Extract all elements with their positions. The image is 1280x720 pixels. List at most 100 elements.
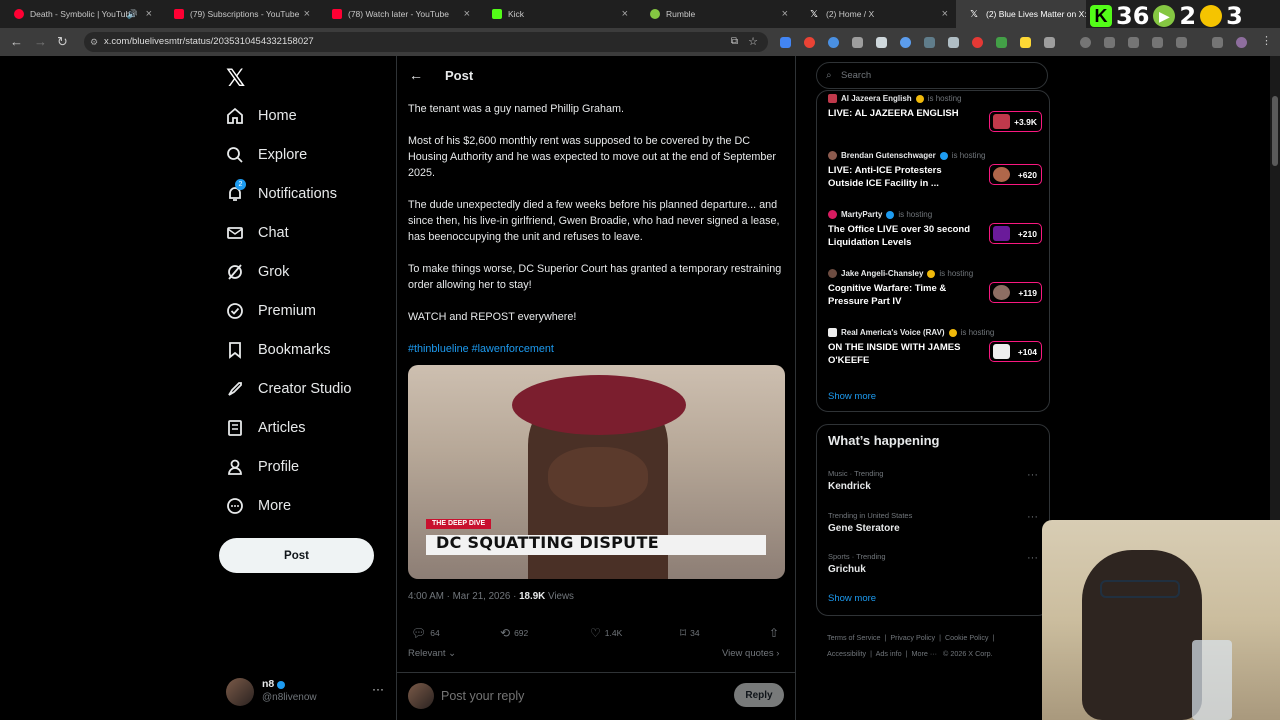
nav-label: Bookmarks bbox=[258, 342, 331, 358]
post-button[interactable]: Post bbox=[219, 538, 374, 573]
footer-link[interactable]: Privacy Policy bbox=[890, 633, 935, 642]
tab-kick[interactable]: Kick × bbox=[478, 0, 636, 28]
live-item[interactable]: Brendan Gutenschwager is hosting LIVE: An… bbox=[828, 151, 1042, 190]
extensions-puzzle-icon[interactable] bbox=[1044, 37, 1055, 48]
show-more-link[interactable]: Show more bbox=[828, 391, 876, 402]
devtools-icon[interactable] bbox=[1128, 37, 1139, 48]
speaker-icon[interactable]: 🔊 bbox=[127, 9, 138, 20]
profile-avatar-icon[interactable] bbox=[1236, 37, 1247, 48]
trend-item[interactable]: Trending in United States Gene Steratore ·… bbox=[828, 511, 1038, 534]
live-item[interactable]: Al Jazeera English is hosting LIVE: AL JA… bbox=[828, 94, 1042, 132]
browser-tab-bar: Death - Symbolic | YouTube 🔊 × (79) Subscr… bbox=[0, 0, 1280, 28]
nav-notifications[interactable]: 2 Notifications bbox=[226, 179, 337, 209]
sort-relevant-dropdown[interactable]: Relevant ⌄ bbox=[408, 648, 456, 659]
footer-link[interactable]: Ads info bbox=[876, 649, 902, 658]
post-hashtags[interactable]: #thinblueline #lawenforcement bbox=[408, 341, 788, 357]
more-dots-icon[interactable]: ··· bbox=[1027, 469, 1038, 481]
footer-link[interactable]: Cookie Policy bbox=[945, 633, 989, 642]
extension-icon[interactable] bbox=[804, 37, 815, 48]
show-more-link[interactable]: Show more bbox=[828, 593, 876, 604]
post-meta: 4:00 AM · Mar 21, 2026 · 18.9K Views bbox=[408, 591, 574, 602]
nav-bookmarks[interactable]: Bookmarks bbox=[226, 335, 331, 365]
extension-icon[interactable] bbox=[1176, 37, 1187, 48]
extension-icon[interactable] bbox=[924, 37, 935, 48]
extension-icon[interactable] bbox=[1104, 37, 1115, 48]
sidebar-icon[interactable] bbox=[1152, 37, 1163, 48]
bookmark-action[interactable]: ⌑ 34 bbox=[680, 626, 700, 640]
close-tab-icon[interactable]: × bbox=[146, 8, 152, 20]
extension-icon[interactable] bbox=[972, 37, 983, 48]
x-logo-icon[interactable]: 𝕏 bbox=[226, 64, 245, 93]
close-tab-icon[interactable]: × bbox=[622, 8, 628, 20]
search-placeholder: Search bbox=[841, 70, 872, 81]
nav-creator-studio[interactable]: Creator Studio bbox=[226, 374, 352, 404]
history-icon[interactable] bbox=[1080, 37, 1091, 48]
back-arrow-icon[interactable]: ← bbox=[409, 67, 423, 83]
nav-chat[interactable]: Chat bbox=[226, 218, 289, 248]
nav-articles[interactable]: Articles bbox=[226, 413, 306, 443]
downloads-icon[interactable] bbox=[1212, 37, 1223, 48]
nav-profile[interactable]: Profile bbox=[226, 452, 299, 482]
extension-icon[interactable] bbox=[828, 37, 839, 48]
account-switcher[interactable]: n8 @n8livenow ··· bbox=[226, 676, 386, 712]
more-dots-icon[interactable]: ··· bbox=[1027, 552, 1038, 564]
footer-link[interactable]: More ··· bbox=[911, 649, 937, 658]
search-input[interactable]: ⌕ Search bbox=[816, 62, 1048, 89]
video-frame-face bbox=[548, 447, 648, 507]
third-platform-icon bbox=[1200, 5, 1223, 27]
reply-action[interactable]: 💬︎ 64 bbox=[411, 626, 440, 640]
host-name: Brendan Gutenschwager bbox=[841, 151, 936, 160]
footer-link[interactable]: Terms of Service bbox=[827, 633, 881, 642]
nav-premium[interactable]: Premium bbox=[226, 296, 316, 326]
tab-x-home[interactable]: 𝕏 (2) Home / X × bbox=[796, 0, 956, 28]
site-info-icon[interactable]: ⚙ bbox=[90, 32, 98, 52]
extension-icon[interactable] bbox=[876, 37, 887, 48]
scrollbar-thumb[interactable] bbox=[1272, 96, 1278, 166]
trend-item[interactable]: Sports · Trending Grichuk ··· bbox=[828, 552, 1038, 575]
tab-blue-lives-matter[interactable]: 𝕏 (2) Blue Lives Matter on X: bbox=[956, 0, 1086, 28]
post-timestamp[interactable]: 4:00 AM · Mar 21, 2026 · bbox=[408, 591, 516, 602]
nav-grok[interactable]: Grok bbox=[226, 257, 289, 287]
extension-icon[interactable] bbox=[780, 37, 791, 48]
view-quotes-link[interactable]: View quotes › bbox=[722, 648, 779, 659]
reply-button[interactable]: Reply bbox=[734, 683, 784, 707]
nav-more[interactable]: More bbox=[226, 491, 291, 521]
nav-label: Articles bbox=[258, 420, 306, 436]
live-item[interactable]: Jake Angeli-Chansley is hosting Cognitive… bbox=[828, 269, 1042, 308]
tab-youtube-death[interactable]: Death - Symbolic | YouTube 🔊 × bbox=[0, 0, 160, 28]
close-tab-icon[interactable]: × bbox=[782, 8, 788, 20]
more-dots-icon[interactable]: ··· bbox=[372, 682, 384, 696]
address-bar[interactable]: ⚙ x.com/bluelivesmtr/status/2035310454332… bbox=[84, 32, 768, 52]
like-action[interactable]: ♡ 1.4K bbox=[590, 626, 622, 640]
more-circle-icon bbox=[226, 497, 244, 515]
nav-home[interactable]: Home bbox=[226, 101, 297, 131]
live-item[interactable]: MartyParty is hosting The Office LIVE ove… bbox=[828, 210, 1042, 249]
tab-watch-later[interactable]: (78) Watch later - YouTube × bbox=[318, 0, 478, 28]
back-icon[interactable]: ← bbox=[10, 34, 23, 49]
extension-icon[interactable] bbox=[948, 37, 959, 48]
post-text: WATCH and REPOST everywhere! bbox=[408, 311, 577, 323]
live-item[interactable]: Real America's Voice (RAV) is hosting ON … bbox=[828, 328, 1042, 367]
install-icon[interactable]: ⧉ bbox=[731, 32, 738, 52]
reload-icon[interactable]: ↻ bbox=[57, 34, 68, 50]
tab-subscriptions[interactable]: (79) Subscriptions - YouTube × bbox=[160, 0, 318, 28]
bookmark-star-icon[interactable]: ☆ bbox=[748, 32, 758, 52]
more-dots-icon[interactable]: ··· bbox=[1027, 511, 1038, 523]
trend-item[interactable]: Music · Trending Kendrick ··· bbox=[828, 469, 1038, 492]
close-tab-icon[interactable]: × bbox=[942, 8, 948, 20]
extension-icon[interactable] bbox=[900, 37, 911, 48]
reply-input[interactable] bbox=[441, 685, 711, 707]
extension-icon[interactable] bbox=[996, 37, 1007, 48]
nav-explore[interactable]: Explore bbox=[226, 140, 307, 170]
share-action[interactable]: ⇧ bbox=[769, 626, 779, 640]
footer-link[interactable]: Accessibility bbox=[827, 649, 866, 658]
post-video[interactable]: THE DEEP DIVE DC SQUATTING DISPUTE bbox=[408, 365, 785, 579]
menu-kebab-icon[interactable]: ⋮ bbox=[1261, 34, 1272, 47]
extension-icon[interactable] bbox=[1020, 37, 1031, 48]
close-tab-icon[interactable]: × bbox=[464, 8, 470, 20]
tab-rumble[interactable]: Rumble × bbox=[636, 0, 796, 28]
repost-action[interactable]: ⟲ 692 bbox=[500, 626, 528, 640]
forward-icon[interactable]: → bbox=[34, 34, 47, 49]
close-tab-icon[interactable]: × bbox=[304, 8, 310, 20]
extension-icon[interactable] bbox=[852, 37, 863, 48]
